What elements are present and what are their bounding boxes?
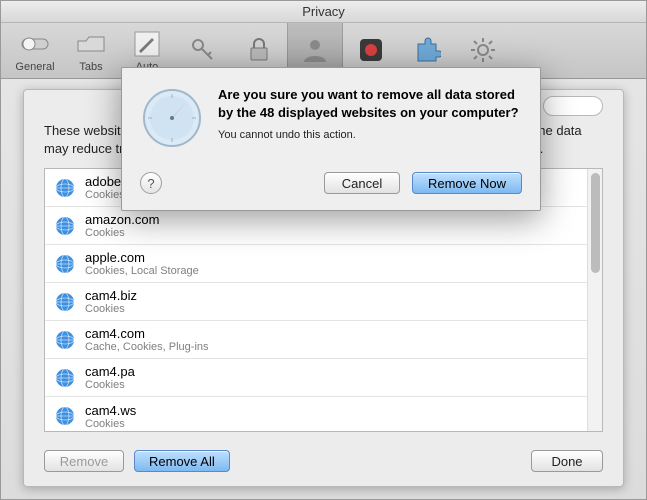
scrollbar-thumb[interactable] — [591, 173, 600, 273]
toolbar-label: General — [15, 61, 54, 73]
site-domain: amazon.com — [85, 212, 159, 227]
preferences-window: Privacy General Tabs Auto — [0, 0, 647, 500]
site-kinds: Cookies — [85, 418, 136, 430]
site-kinds: Cookies — [85, 303, 137, 315]
remove-button[interactable]: Remove — [44, 450, 124, 472]
panel-button-row: Remove Remove All Done — [44, 450, 603, 472]
list-item[interactable]: cam4.pa Cookies — [45, 359, 602, 397]
site-domain: cam4.com — [85, 326, 209, 341]
switch-icon — [20, 29, 50, 59]
toolbar-label: Tabs — [79, 61, 102, 73]
globe-icon — [55, 406, 75, 426]
site-kinds: Cookies, Local Storage — [85, 265, 199, 277]
site-kinds: Cookies — [85, 227, 159, 239]
remove-now-button[interactable]: Remove Now — [412, 172, 522, 194]
help-button[interactable]: ? — [140, 172, 162, 194]
globe-icon — [55, 292, 75, 312]
key-icon — [188, 35, 218, 65]
list-item[interactable]: cam4.biz Cookies — [45, 283, 602, 321]
confirm-remove-dialog: Are you sure you want to remove all data… — [121, 67, 541, 211]
tabs-icon — [76, 29, 106, 59]
record-icon — [356, 35, 386, 65]
site-domain: cam4.pa — [85, 364, 135, 379]
pen-icon — [132, 29, 162, 59]
lock-icon — [244, 35, 274, 65]
remove-all-button[interactable]: Remove All — [134, 450, 230, 472]
toolbar-item-general[interactable]: General — [7, 23, 63, 79]
search-field[interactable] — [543, 96, 603, 116]
list-item[interactable]: apple.com Cookies, Local Storage — [45, 245, 602, 283]
dialog-title: Are you sure you want to remove all data… — [218, 86, 522, 121]
site-kinds: Cache, Cookies, Plug-ins — [85, 341, 209, 353]
done-button[interactable]: Done — [531, 450, 603, 472]
gear-icon — [468, 35, 498, 65]
window-title: Privacy — [302, 4, 345, 19]
cancel-button[interactable]: Cancel — [324, 172, 400, 194]
list-item[interactable]: cam4.com Cache, Cookies, Plug-ins — [45, 321, 602, 359]
globe-icon — [55, 254, 75, 274]
globe-icon — [55, 178, 75, 198]
puzzle-icon — [412, 35, 442, 65]
site-domain: apple.com — [85, 250, 199, 265]
person-icon — [300, 35, 330, 65]
globe-icon — [55, 330, 75, 350]
globe-icon — [55, 216, 75, 236]
safari-app-icon — [140, 86, 204, 150]
list-item[interactable]: cam4.ws Cookies — [45, 397, 602, 432]
dialog-subtitle: You cannot undo this action. — [218, 129, 522, 141]
globe-icon — [55, 368, 75, 388]
list-item[interactable]: amazon.com Cookies — [45, 207, 602, 245]
toolbar-item-tabs[interactable]: Tabs — [63, 23, 119, 79]
site-domain: cam4.ws — [85, 403, 136, 418]
window-titlebar: Privacy — [1, 1, 646, 23]
list-scrollbar[interactable] — [587, 169, 602, 431]
site-kinds: Cookies — [85, 379, 135, 391]
site-domain: cam4.biz — [85, 288, 137, 303]
